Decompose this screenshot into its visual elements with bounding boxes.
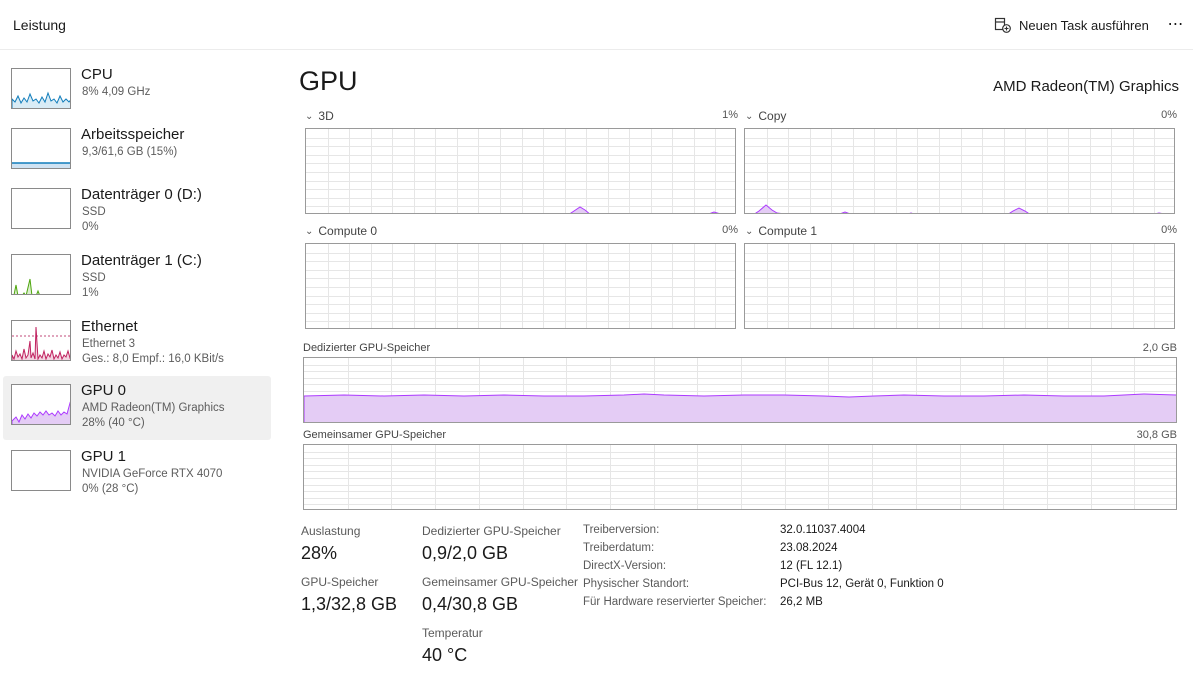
chevron-down-icon: ⌄	[305, 225, 314, 237]
dedicated-memory-graph	[303, 357, 1177, 423]
sidebar-item-name: Ethernet	[81, 318, 138, 335]
gpu-memory-label: GPU-Speicher	[301, 575, 379, 589]
ethernet-thumbnail	[11, 320, 71, 361]
gpu0-thumbnail	[11, 384, 71, 425]
utilization-label: Auslastung	[301, 524, 361, 538]
new-task-button[interactable]: Neuen Task ausführen	[994, 14, 1149, 36]
sidebar-item-sub: SSD	[82, 272, 106, 284]
dedicated-memory-max: 2,0 GB	[1142, 342, 1177, 354]
sidebar-item-sub2: Ges.: 8,0 Empf.: 16,0 KBit/s	[82, 353, 224, 365]
info-key-reserved-memory: Für Hardware reservierter Speicher:	[583, 596, 767, 608]
disk1-thumbnail	[11, 254, 71, 295]
main-title: GPU	[299, 66, 358, 96]
engine-label: Compute 1	[758, 224, 818, 238]
sidebar-item-name: GPU 0	[81, 382, 127, 399]
sidebar-item-name: CPU	[81, 66, 113, 83]
sidebar-item-name: Datenträger 0 (D:)	[81, 186, 202, 203]
sidebar-item-gpu-1[interactable]: GPU 1 NVIDIA GeForce RTX 4070 0% (28 °C)	[3, 442, 271, 506]
sidebar-item-sub: AMD Radeon(TM) Graphics	[82, 402, 225, 414]
info-key-directx: DirectX-Version:	[583, 560, 667, 572]
gpu1-thumbnail	[11, 450, 71, 491]
engine-compute1-selector[interactable]: ⌄ Compute 1	[745, 224, 817, 238]
info-key-driver-version: Treiberversion:	[583, 524, 660, 536]
engine-copy-graph	[744, 128, 1175, 214]
engine-label: 3D	[318, 109, 334, 123]
sidebar-item-sub: 8% 4,09 GHz	[82, 86, 151, 98]
shared-memory-graph	[303, 444, 1177, 510]
more-options-button[interactable]: ⋯	[1162, 12, 1190, 36]
engine-compute1-graph	[744, 243, 1175, 329]
dedicated-stat-value: 0,9/2,0 GB	[422, 543, 509, 563]
new-task-icon	[994, 17, 1011, 33]
sidebar-item-sub: 9,3/61,6 GB (15%)	[82, 146, 178, 158]
sidebar-item-memory[interactable]: Arbeitsspeicher 9,3/61,6 GB (15%)	[3, 120, 271, 184]
utilization-value: 28%	[301, 543, 338, 563]
sidebar-item-name: Arbeitsspeicher	[81, 126, 185, 143]
info-value-directx: 12 (FL 12.1)	[780, 560, 843, 572]
engine-label: Compute 0	[318, 224, 378, 238]
sidebar-item-sub: NVIDIA GeForce RTX 4070	[82, 468, 223, 480]
info-value-driver-date: 23.08.2024	[780, 542, 838, 554]
shared-stat-label: Gemeinsamer GPU-Speicher	[422, 575, 579, 589]
info-key-driver-date: Treiberdatum:	[583, 542, 655, 554]
dedicated-memory-label: Dedizierter GPU-Speicher	[303, 342, 431, 354]
engine-copy-percent: 0%	[1161, 109, 1177, 121]
sidebar-item-ethernet[interactable]: Ethernet Ethernet 3 Ges.: 8,0 Empf.: 16,…	[3, 312, 271, 376]
sidebar-item-sub: Ethernet 3	[82, 338, 136, 350]
sidebar-item-sub2: 1%	[82, 287, 99, 299]
info-value-location: PCI-Bus 12, Gerät 0, Funktion 0	[780, 578, 944, 590]
info-value-reserved-memory: 26,2 MB	[780, 596, 823, 608]
engine-compute0-percent: 0%	[722, 224, 738, 236]
cpu-thumbnail	[11, 68, 71, 109]
chevron-down-icon: ⌄	[745, 110, 754, 122]
shared-stat-value: 0,4/30,8 GB	[422, 594, 519, 614]
sidebar-item-gpu-0[interactable]: GPU 0 AMD Radeon(TM) Graphics 28% (40 °C…	[3, 376, 271, 440]
engine-compute1-percent: 0%	[1161, 224, 1177, 236]
sidebar-item-disk-0[interactable]: Datenträger 0 (D:) SSD 0%	[3, 180, 271, 244]
chevron-down-icon: ⌄	[745, 225, 754, 237]
sidebar-item-disk-1[interactable]: Datenträger 1 (C:) SSD 1%	[3, 246, 271, 310]
sidebar-item-name: Datenträger 1 (C:)	[81, 252, 202, 269]
sidebar-item-sub2: 0%	[82, 221, 99, 233]
engine-3d-selector[interactable]: ⌄ 3D	[305, 109, 334, 123]
engine-3d-graph	[305, 128, 736, 214]
info-key-location: Physischer Standort:	[583, 578, 690, 590]
sidebar-item-cpu[interactable]: CPU 8% 4,09 GHz	[3, 60, 271, 124]
device-name: AMD Radeon(TM) Graphics	[993, 78, 1179, 95]
info-value-driver-version: 32.0.11037.4004	[780, 524, 866, 536]
engine-3d-percent: 1%	[722, 109, 738, 121]
sidebar-item-sub2: 28% (40 °C)	[82, 417, 145, 429]
page-title: Leistung	[13, 17, 66, 33]
engine-label: Copy	[758, 109, 787, 123]
sidebar-item-name: GPU 1	[81, 448, 127, 465]
new-task-label: Neuen Task ausführen	[1019, 17, 1149, 33]
shared-memory-label: Gemeinsamer GPU-Speicher	[303, 429, 447, 441]
chevron-down-icon: ⌄	[305, 110, 314, 122]
sidebar-item-sub2: 0% (28 °C)	[82, 483, 139, 495]
shared-memory-max: 30,8 GB	[1136, 429, 1177, 441]
header-bar: Leistung Neuen Task ausführen ⋯	[0, 0, 1193, 50]
disk0-thumbnail	[11, 188, 71, 229]
engine-copy-selector[interactable]: ⌄ Copy	[745, 109, 786, 123]
temperature-label: Temperatur	[422, 626, 483, 640]
gpu-memory-value: 1,3/32,8 GB	[301, 594, 398, 614]
dedicated-stat-label: Dedizierter GPU-Speicher	[422, 524, 561, 538]
sidebar-item-sub: SSD	[82, 206, 106, 218]
engine-compute0-graph	[305, 243, 736, 329]
temperature-value: 40 °C	[422, 645, 468, 665]
memory-thumbnail	[11, 128, 71, 169]
engine-compute0-selector[interactable]: ⌄ Compute 0	[305, 224, 377, 238]
